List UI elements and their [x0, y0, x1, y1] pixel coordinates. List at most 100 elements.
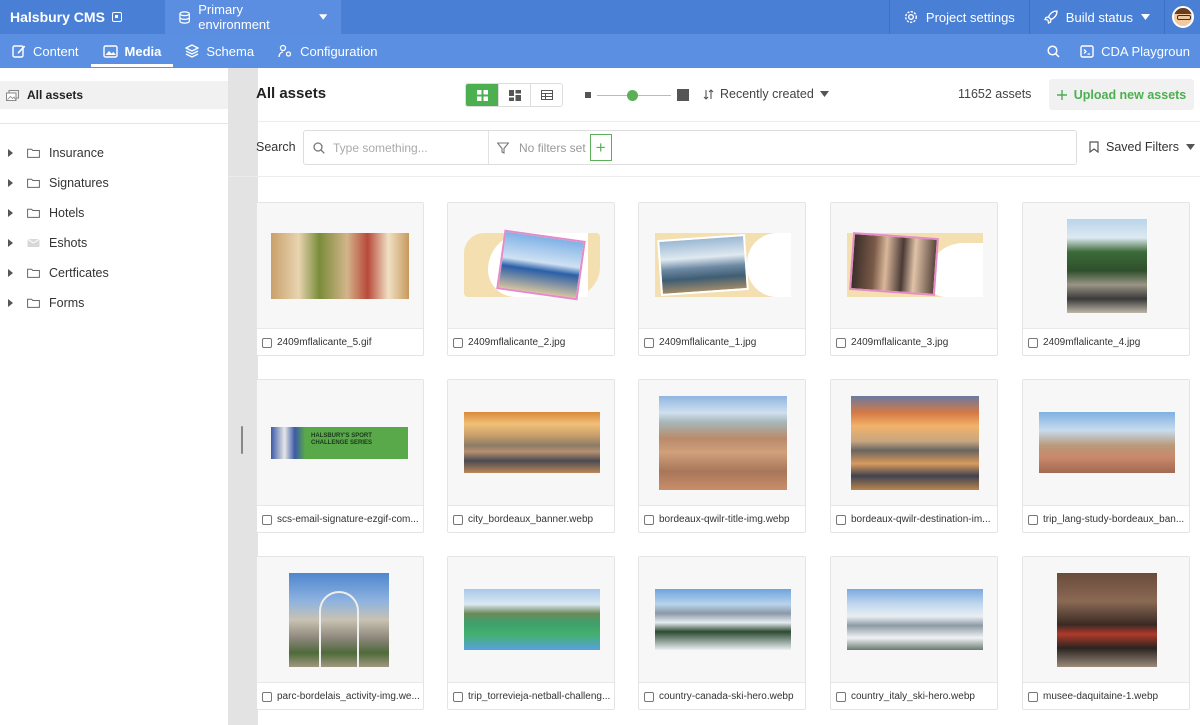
- asset-thumbnail[interactable]: [257, 557, 423, 683]
- build-status-button[interactable]: Build status: [1028, 0, 1164, 34]
- filter-area[interactable]: No filters set: [489, 131, 586, 164]
- asset-thumbnail[interactable]: [1023, 203, 1189, 329]
- global-search-button[interactable]: [1037, 34, 1070, 68]
- asset-card[interactable]: trip_torrevieja-netball-challeng...: [447, 556, 615, 710]
- asset-filename: parc-bordelais_activity-img.we...: [277, 691, 420, 702]
- add-filter-button[interactable]: +: [589, 134, 612, 161]
- thumbnail-image: [847, 589, 983, 650]
- tab-content-label: Content: [33, 43, 79, 59]
- asset-thumbnail[interactable]: [639, 557, 805, 683]
- asset-thumbnail[interactable]: [831, 203, 997, 329]
- asset-thumbnail[interactable]: [1023, 380, 1189, 506]
- asset-checkbox[interactable]: [262, 691, 272, 702]
- expand-caret-icon[interactable]: [8, 269, 13, 277]
- expand-caret-icon[interactable]: [8, 299, 13, 307]
- asset-checkbox[interactable]: [453, 691, 463, 702]
- asset-checkbox[interactable]: [836, 337, 846, 348]
- asset-checkbox[interactable]: [1028, 337, 1038, 348]
- asset-card[interactable]: country_italy_ski-hero.webp: [830, 556, 998, 710]
- asset-checkbox[interactable]: [644, 337, 654, 348]
- cda-playground-button[interactable]: CDA Playgroun: [1070, 34, 1200, 68]
- table-view-button[interactable]: [530, 84, 562, 106]
- masonry-view-button[interactable]: [498, 84, 530, 106]
- asset-card[interactable]: parc-bordelais_activity-img.we...: [256, 556, 424, 710]
- sort-label: Recently created: [720, 87, 814, 101]
- chevron-down-icon: [819, 91, 829, 97]
- asset-checkbox[interactable]: [644, 691, 654, 702]
- sidebar-folder[interactable]: Eshots: [0, 228, 228, 258]
- expand-caret-icon[interactable]: [8, 149, 13, 157]
- asset-checkbox[interactable]: [453, 514, 463, 525]
- saved-filters-dropdown[interactable]: Saved Filters: [1089, 140, 1195, 154]
- asset-card[interactable]: HALSBURY'S SPORT CHALLENGE SERIES scs-ema…: [256, 379, 424, 533]
- expand-caret-icon[interactable]: [8, 179, 13, 187]
- search-label: Search: [256, 140, 296, 154]
- asset-thumbnail[interactable]: [831, 380, 997, 506]
- resize-handle[interactable]: [241, 426, 243, 454]
- thumbnail-image: [319, 591, 359, 667]
- search-input[interactable]: Type something...: [304, 131, 489, 164]
- thumbnail-image: [271, 427, 305, 459]
- sidebar-folder[interactable]: Insurance: [0, 138, 228, 168]
- asset-thumbnail[interactable]: [639, 203, 805, 329]
- expand-caret-icon[interactable]: [8, 209, 13, 217]
- asset-thumbnail[interactable]: [257, 203, 423, 329]
- sidebar-resizer[interactable]: [228, 68, 258, 725]
- rocket-icon: [1043, 10, 1058, 24]
- asset-card[interactable]: country-canada-ski-hero.webp: [638, 556, 806, 710]
- asset-checkbox[interactable]: [836, 514, 846, 525]
- bookmark-icon: [1089, 141, 1099, 153]
- asset-thumbnail[interactable]: [448, 380, 614, 506]
- asset-thumbnail[interactable]: [639, 380, 805, 506]
- sidebar-folder[interactable]: Signatures: [0, 168, 228, 198]
- asset-checkbox[interactable]: [644, 514, 654, 525]
- environment-selector[interactable]: Primary environment: [165, 0, 341, 34]
- sidebar-item-all-assets[interactable]: All assets: [0, 81, 228, 109]
- asset-checkbox[interactable]: [453, 337, 463, 348]
- user-menu[interactable]: [1164, 0, 1200, 34]
- asset-checkbox[interactable]: [262, 514, 272, 525]
- asset-card[interactable]: musee-daquitaine-1.webp: [1022, 556, 1190, 710]
- tab-schema[interactable]: Schema: [173, 34, 266, 68]
- sidebar-folder[interactable]: Forms: [0, 288, 228, 318]
- asset-checkbox[interactable]: [262, 337, 272, 348]
- asset-card[interactable]: 2409mflalicante_4.jpg: [1022, 202, 1190, 356]
- asset-card[interactable]: 2409mflalicante_2.jpg: [447, 202, 615, 356]
- asset-thumbnail[interactable]: [448, 203, 614, 329]
- asset-checkbox[interactable]: [1028, 691, 1038, 702]
- asset-card[interactable]: trip_lang-study-bordeaux_ban...: [1022, 379, 1190, 533]
- asset-thumbnail[interactable]: HALSBURY'S SPORT CHALLENGE SERIES: [257, 380, 423, 506]
- asset-card[interactable]: 2409mflalicante_5.gif: [256, 202, 424, 356]
- slider-track[interactable]: [597, 89, 671, 101]
- search-placeholder: Type something...: [333, 140, 428, 155]
- thumbnail-image: [1057, 573, 1157, 667]
- sort-icon: [703, 88, 714, 100]
- sort-dropdown[interactable]: Recently created: [703, 87, 829, 101]
- slider-knob[interactable]: [627, 89, 638, 101]
- project-settings-button[interactable]: Project settings: [888, 0, 1029, 34]
- asset-filename-row: parc-bordelais_activity-img.we...: [257, 683, 423, 710]
- asset-thumbnail[interactable]: [831, 557, 997, 683]
- tab-content[interactable]: Content: [0, 34, 91, 68]
- asset-checkbox[interactable]: [1028, 514, 1038, 525]
- asset-card[interactable]: bordeaux-qwilr-destination-im...: [830, 379, 998, 533]
- expand-caret-icon[interactable]: [8, 239, 13, 247]
- asset-thumbnail[interactable]: [1023, 557, 1189, 683]
- brand[interactable]: Halsbury CMS: [0, 0, 165, 34]
- asset-checkbox[interactable]: [836, 691, 846, 702]
- asset-count: 11652 assets: [958, 87, 1032, 101]
- all-assets-label: All assets: [27, 88, 84, 102]
- sidebar-folder[interactable]: Hotels: [0, 198, 228, 228]
- asset-card[interactable]: city_bordeaux_banner.webp: [447, 379, 615, 533]
- thumbnail-size-slider[interactable]: [585, 89, 689, 101]
- tab-configuration[interactable]: Configuration: [266, 34, 389, 68]
- sidebar-folder[interactable]: Certficates: [0, 258, 228, 288]
- asset-card[interactable]: 2409mflalicante_1.jpg: [638, 202, 806, 356]
- tab-media[interactable]: Media: [90, 34, 174, 68]
- grid-view-button[interactable]: [466, 84, 498, 106]
- asset-card[interactable]: 2409mflalicante_3.jpg: [830, 202, 998, 356]
- folder-label: Certficates: [49, 266, 109, 280]
- asset-card[interactable]: bordeaux-qwilr-title-img.webp: [638, 379, 806, 533]
- asset-thumbnail[interactable]: [448, 557, 614, 683]
- upload-assets-button[interactable]: Upload new assets: [1049, 79, 1194, 110]
